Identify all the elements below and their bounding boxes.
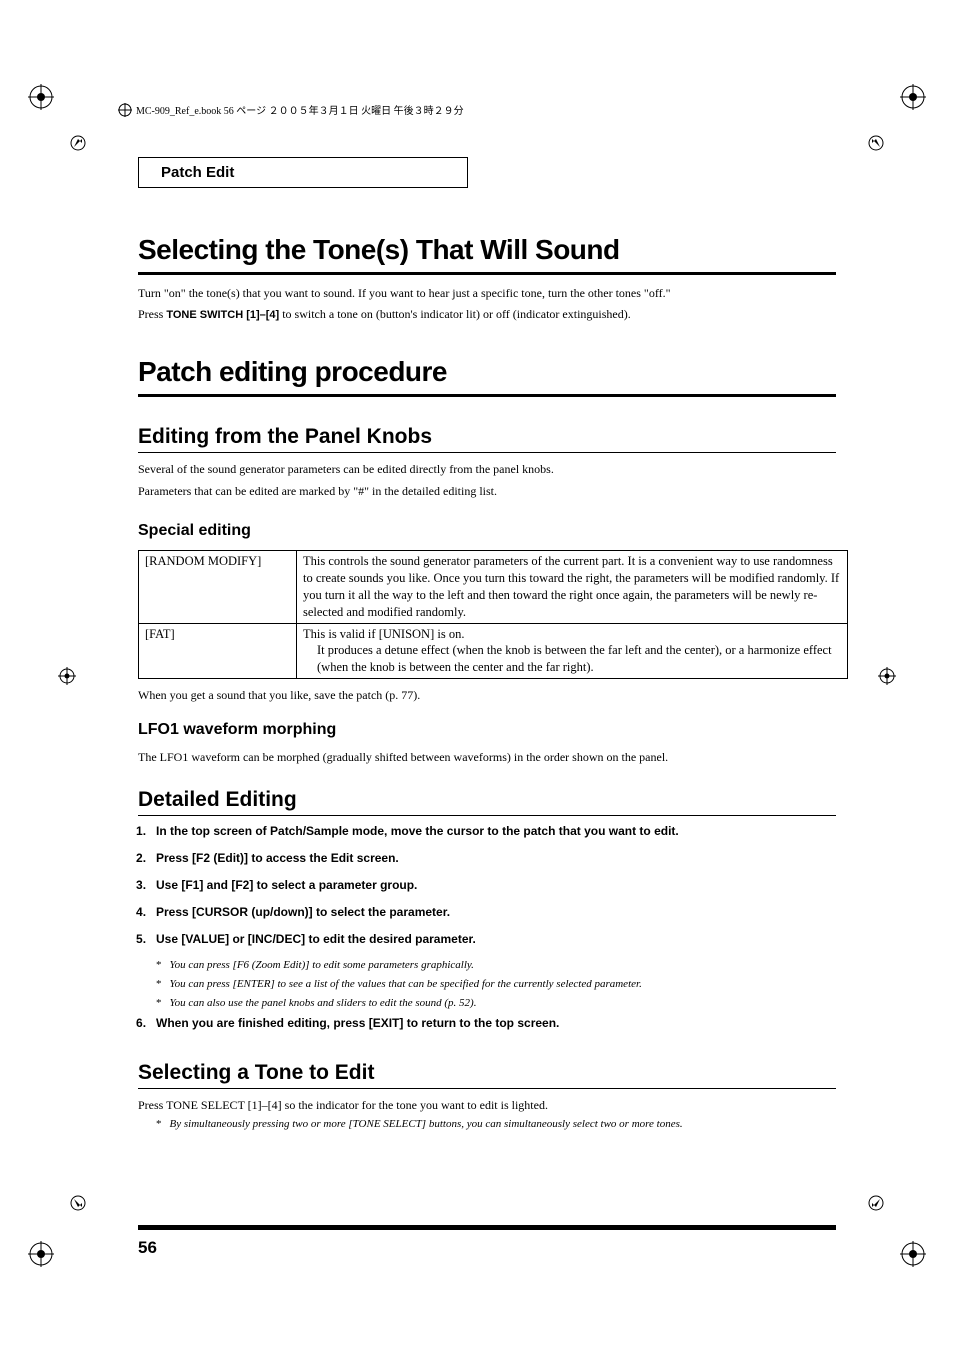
step-2: Press [F2 (Edit)] to access the Edit scr… xyxy=(156,851,836,865)
page-number: 56 xyxy=(138,1238,836,1258)
printer-mark-top-left xyxy=(28,84,54,110)
cell-fat-desc: This is valid if [UNISON] is on. It prod… xyxy=(297,623,848,679)
cell-random-modify-desc: This controls the sound generator parame… xyxy=(297,551,848,624)
text-panel-knobs-2: Parameters that can be edited are marked… xyxy=(138,483,836,500)
printer-mark-mid-left xyxy=(58,667,76,685)
h1-underline-2 xyxy=(138,394,836,397)
note-zoom-edit: *You can press [F6 (Zoom Edit)] to edit … xyxy=(156,959,836,971)
heading-editing-panel-knobs: Editing from the Panel Knobs xyxy=(138,425,836,449)
arrow-mark-br xyxy=(868,1195,884,1216)
h2-underline-1 xyxy=(138,452,836,453)
heading-selecting-tones: Selecting the Tone(s) That Will Sound xyxy=(138,234,836,266)
table-row: [RANDOM MODIFY] This controls the sound … xyxy=(139,551,848,624)
step-5: Use [VALUE] or [INC/DEC] to edit the des… xyxy=(156,932,836,946)
page-footer: 56 xyxy=(118,1225,836,1258)
text-turn-on-tones: Turn "on" the tone(s) that you want to s… xyxy=(138,285,836,302)
special-editing-table: [RANDOM MODIFY] This controls the sound … xyxy=(138,550,848,679)
section-label: Patch Edit xyxy=(161,164,234,181)
heading-selecting-tone-edit: Selecting a Tone to Edit xyxy=(138,1061,836,1085)
cell-fat-label: [FAT] xyxy=(139,623,297,679)
note-enter-list: *You can press [ENTER] to see a list of … xyxy=(156,978,836,990)
heading-detailed-editing: Detailed Editing xyxy=(138,788,836,812)
printer-mark-top-right xyxy=(900,84,926,110)
text-tone-select: Press TONE SELECT [1]–[4] so the indicat… xyxy=(138,1097,836,1114)
text-tone-switch: Press TONE SWITCH [1]–[4] to switch a to… xyxy=(138,306,836,324)
detailed-editing-steps: In the top screen of Patch/Sample mode, … xyxy=(136,824,836,946)
heading-lfo1-morphing: LFO1 waveform morphing xyxy=(138,721,836,739)
running-header-text: MC-909_Ref_e.book 56 ページ ２００５年３月１日 火曜日 午… xyxy=(136,102,464,117)
arrow-mark-tr xyxy=(868,135,884,156)
note-multi-tone-select: *By simultaneously pressing two or more … xyxy=(156,1118,836,1130)
printer-mark-mid-right xyxy=(878,667,896,685)
detailed-editing-steps-cont: When you are finished editing, press [EX… xyxy=(136,1016,836,1030)
heading-special-editing: Special editing xyxy=(138,522,836,540)
arrow-mark-bl xyxy=(70,1195,86,1216)
text-lfo1-morphing: The LFO1 waveform can be morphed (gradua… xyxy=(138,749,836,766)
step-3: Use [F1] and [F2] to select a parameter … xyxy=(156,878,836,892)
h2-underline-3 xyxy=(138,1088,836,1089)
note-panel-knobs: *You can also use the panel knobs and sl… xyxy=(156,997,836,1009)
h2-underline-2 xyxy=(138,815,836,816)
header-crosshair-icon xyxy=(118,103,132,117)
section-label-box: Patch Edit xyxy=(138,157,468,188)
printer-mark-bottom-left xyxy=(28,1241,54,1267)
step-6: When you are finished editing, press [EX… xyxy=(156,1016,836,1030)
cell-random-modify-label: [RANDOM MODIFY] xyxy=(139,551,297,624)
footer-rule xyxy=(138,1225,836,1230)
printer-mark-bottom-right xyxy=(900,1241,926,1267)
running-header: MC-909_Ref_e.book 56 ページ ２００５年３月１日 火曜日 午… xyxy=(118,102,836,117)
step-1: In the top screen of Patch/Sample mode, … xyxy=(156,824,836,838)
table-row: [FAT] This is valid if [UNISON] is on. I… xyxy=(139,623,848,679)
page-content: MC-909_Ref_e.book 56 ページ ２００５年３月１日 火曜日 午… xyxy=(118,80,836,1258)
text-save-patch: When you get a sound that you like, save… xyxy=(138,687,836,704)
text-panel-knobs-1: Several of the sound generator parameter… xyxy=(138,461,836,478)
arrow-mark-tl xyxy=(70,135,86,156)
heading-patch-editing-procedure: Patch editing procedure xyxy=(138,356,836,388)
step-4: Press [CURSOR (up/down)] to select the p… xyxy=(156,905,836,919)
h1-underline xyxy=(138,272,836,275)
